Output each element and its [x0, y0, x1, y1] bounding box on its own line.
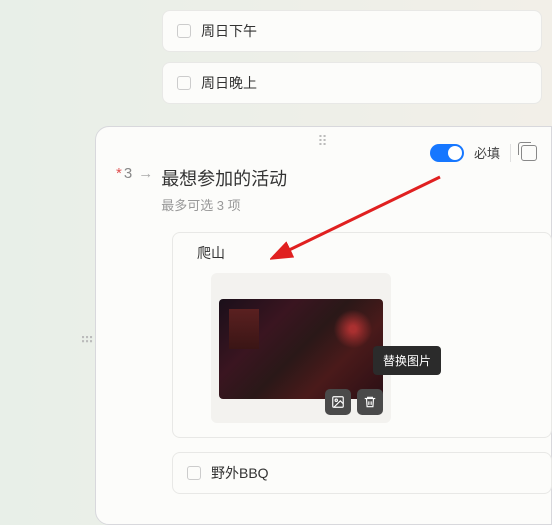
checkbox-icon — [187, 466, 201, 480]
trash-icon — [363, 395, 377, 409]
drag-handle-icon[interactable]: ⠿ — [317, 133, 329, 150]
checkbox-icon — [177, 24, 191, 38]
drag-handle-icon[interactable]: ⠿ — [78, 334, 94, 338]
required-toggle[interactable] — [430, 144, 464, 162]
required-label: 必填 — [474, 143, 500, 162]
delete-image-button[interactable] — [357, 389, 383, 415]
option-label: 周日晚上 — [201, 73, 257, 93]
checkbox-icon — [177, 76, 191, 90]
option-label: 野外BBQ — [211, 463, 269, 483]
option-item[interactable]: 周日下午 — [162, 10, 542, 52]
question-subtitle: 最多可选 3 项 — [161, 195, 531, 214]
arrow-icon: → — [138, 165, 153, 182]
option-item[interactable]: 野外BBQ — [172, 452, 552, 494]
image-actions — [325, 389, 383, 415]
option-label: 周日下午 — [201, 21, 257, 41]
replace-image-icon — [331, 395, 345, 409]
question-header: * 3 → 最想参加的活动 最多可选 3 项 — [116, 165, 531, 214]
option-label: 爬山 — [197, 243, 225, 263]
question-card: ⠿ 必填 * 3 → 最想参加的活动 最多可选 3 项 爬山 替换图片 — [95, 126, 552, 525]
question-options: 爬山 替换图片 — [172, 232, 531, 494]
option-item[interactable]: 周日晚上 — [162, 62, 542, 104]
duplicate-icon[interactable] — [521, 145, 537, 161]
divider — [510, 144, 511, 162]
previous-question-options: 周日下午 周日晚上 — [162, 10, 552, 114]
question-number: * 3 → — [116, 165, 153, 182]
replace-image-button[interactable] — [325, 389, 351, 415]
option-image-container: 替换图片 — [211, 273, 391, 423]
image-tooltip: 替换图片 — [373, 346, 441, 375]
card-controls: 必填 — [430, 143, 537, 162]
question-title[interactable]: 最想参加的活动 — [161, 165, 531, 191]
required-asterisk: * — [116, 165, 122, 182]
option-image[interactable] — [219, 299, 383, 399]
option-item-with-image[interactable]: 爬山 替换图片 — [172, 232, 552, 438]
